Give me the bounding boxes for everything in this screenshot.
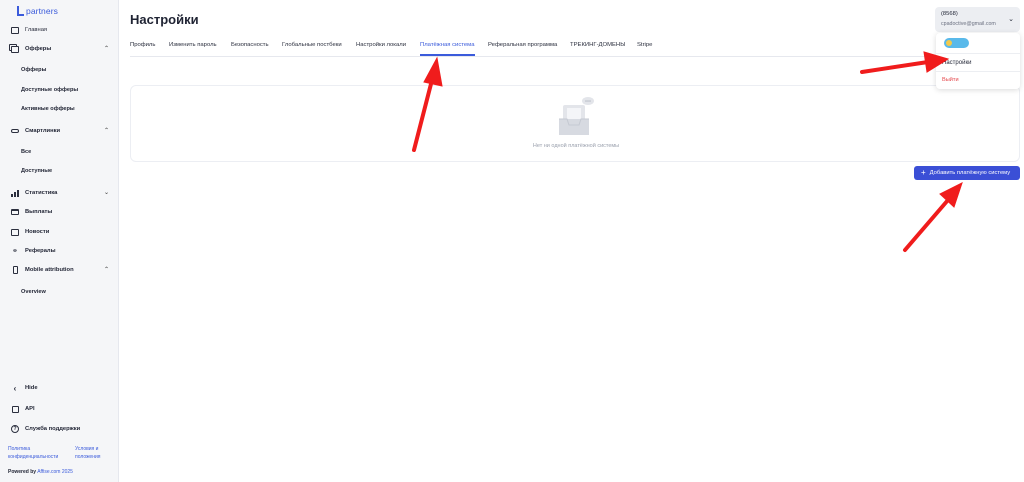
menu-item-logout[interactable]: Выйти	[942, 77, 959, 83]
account-menu-button[interactable]: (8568) cpadoctive@gmail.com ⌄	[935, 7, 1020, 32]
api-icon	[11, 405, 19, 413]
account-email: cpadoctive@gmail.com	[941, 21, 996, 27]
arrow-to-settings	[860, 60, 930, 74]
card-icon	[11, 208, 19, 216]
sidebar-subitem-overview[interactable]: Overview	[21, 289, 46, 295]
plus-icon: +	[921, 168, 926, 177]
referrals-icon: ⚭	[12, 248, 18, 255]
arrow-to-add-button	[903, 198, 950, 252]
divider	[936, 53, 1020, 54]
stats-icon	[11, 189, 19, 197]
tab-security[interactable]: Безопасность	[231, 42, 269, 48]
chevron-up-icon: ⌃	[103, 128, 109, 134]
offers-icon	[11, 45, 19, 53]
chevron-up-icon: ⌃	[103, 46, 109, 52]
sidebar-item-label: Статистика	[25, 190, 58, 196]
terms-link[interactable]: Условия и положения	[75, 445, 115, 461]
tab-profile[interactable]: Профиль	[130, 42, 155, 48]
sidebar-item-label: Новости	[25, 229, 50, 235]
sidebar-subitem-offers[interactable]: Офферы	[21, 67, 46, 73]
link-icon	[11, 127, 19, 135]
sidebar-item-mobile-attribution[interactable]: Mobile attribution ⌃	[0, 262, 119, 278]
account-id: (8568)	[941, 11, 958, 17]
add-payment-system-button[interactable]: + Добавить платёжную систему	[914, 166, 1020, 180]
powered-prefix: Powered by	[8, 469, 37, 475]
sidebar-item-api[interactable]: API	[0, 401, 119, 417]
sidebar-item-label: Главная	[25, 27, 48, 33]
tab-referral-program[interactable]: Реферальная программа	[488, 42, 557, 48]
sidebar-item-label: Выплаты	[25, 209, 53, 215]
logo-icon	[16, 6, 24, 16]
tab-tracking-domains[interactable]: ТРЕКИНГ-ДОМЕНЫ	[570, 42, 625, 48]
sidebar-item-smartlinks[interactable]: Смартлинки ⌃	[0, 123, 119, 139]
sidebar-item-home[interactable]: Главная	[0, 22, 119, 38]
page-title: Настройки	[130, 12, 199, 27]
sidebar-item-referrals[interactable]: ⚭ Рефералы	[0, 243, 119, 259]
logo[interactable]: partners	[16, 4, 58, 18]
sidebar-subitem-active-offers[interactable]: Активные офферы	[21, 106, 75, 112]
sidebar-item-news[interactable]: Новости	[0, 224, 119, 240]
sidebar-item-payouts[interactable]: Выплаты	[0, 204, 119, 220]
menu-item-settings[interactable]: Настройки	[942, 60, 971, 66]
sidebar-subitem-available[interactable]: Доступные	[21, 168, 52, 174]
phone-icon	[11, 266, 19, 274]
tab-change-password[interactable]: Изменить пароль	[169, 42, 217, 48]
sidebar-item-label: Рефералы	[25, 248, 56, 254]
sidebar-item-offers[interactable]: Офферы ⌃	[0, 41, 119, 57]
sidebar-subitem-available-offers[interactable]: Доступные офферы	[21, 87, 78, 93]
chevron-left-icon: ‹	[13, 383, 17, 393]
sun-icon	[946, 40, 952, 46]
empty-state-text: Нет ни одной платёжной системы	[532, 143, 620, 149]
active-tab-indicator	[420, 54, 475, 56]
powered-brand-link[interactable]: Affise.com 2025	[37, 469, 73, 475]
empty-state-panel: Нет ни одной платёжной системы	[130, 85, 1020, 162]
privacy-policy-link[interactable]: Политика конфиденциальности	[8, 445, 70, 461]
sidebar-hide-button[interactable]: ‹ Hide	[0, 380, 119, 396]
tab-stripe[interactable]: Stripe	[637, 42, 652, 48]
news-icon	[11, 228, 19, 236]
sidebar-item-statistics[interactable]: Статистика ⌄	[0, 185, 119, 201]
support-label: Служба поддержки	[25, 426, 81, 432]
sidebar-item-support[interactable]: ? Служба поддержки	[0, 421, 119, 437]
account-dropdown: Настройки Выйти	[936, 33, 1020, 89]
chevron-down-icon: ⌄	[1008, 16, 1014, 23]
divider	[936, 71, 1020, 72]
add-payment-system-label: Добавить платёжную систему	[929, 170, 1011, 176]
logo-text: partners	[26, 6, 58, 16]
sidebar-subitem-all[interactable]: Все	[21, 149, 31, 155]
theme-toggle[interactable]	[944, 38, 969, 48]
hide-label: Hide	[25, 385, 38, 391]
sidebar: partners Главная Офферы ⌃ Офферы Доступн…	[0, 0, 119, 482]
help-icon: ?	[11, 425, 19, 433]
tab-global-postbacks[interactable]: Глобальные постбеки	[282, 42, 342, 48]
tab-locale-settings[interactable]: Настройки локали	[356, 42, 406, 48]
sidebar-item-label: Офферы	[25, 46, 52, 52]
empty-inbox-icon	[559, 97, 594, 135]
tab-payment-system[interactable]: Платёжная система	[420, 42, 475, 48]
sidebar-item-label: Mobile attribution	[25, 267, 74, 273]
api-label: API	[25, 406, 35, 412]
annotation-arrows	[412, 51, 963, 252]
home-icon	[11, 26, 19, 34]
chevron-down-icon: ⌄	[103, 190, 109, 196]
chevron-up-icon: ⌃	[103, 267, 109, 273]
powered-by: Powered by Affise.com 2025	[8, 469, 73, 475]
sidebar-item-label: Смартлинки	[25, 128, 61, 134]
